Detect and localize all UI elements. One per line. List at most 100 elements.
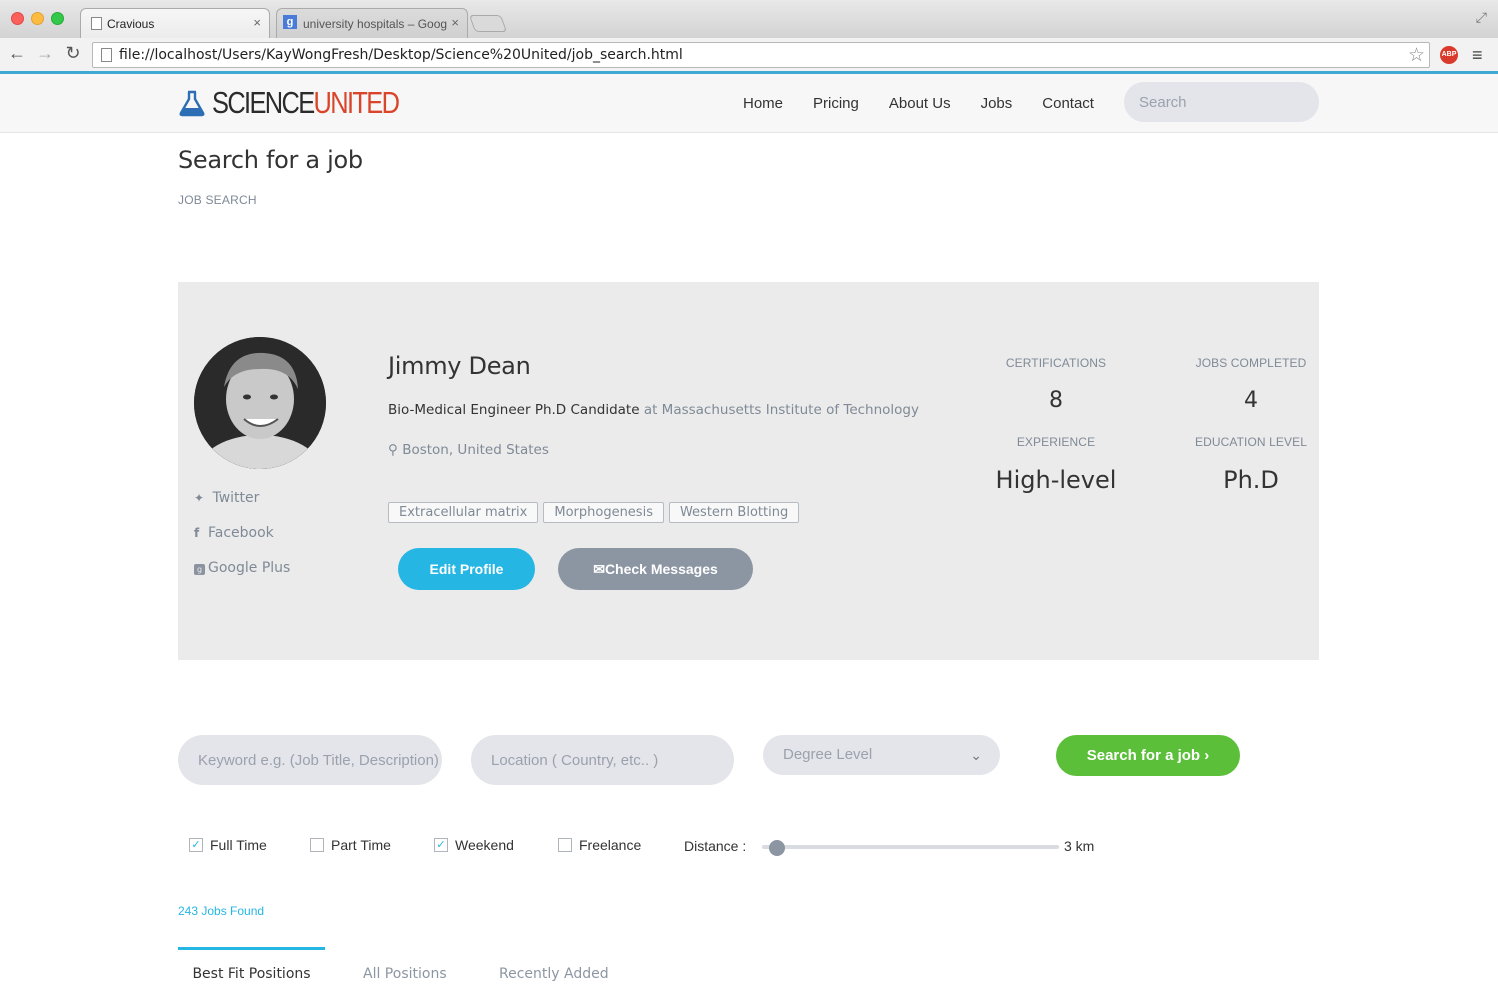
twitter-icon: ✦ [194, 491, 205, 505]
tab-title: university hospitals – Goog [303, 17, 447, 31]
google-plus-link[interactable]: g Google Plus [194, 560, 290, 576]
filter-label: Part Time [331, 837, 391, 853]
nav-contact[interactable]: Contact [1042, 95, 1094, 112]
filter-weekend[interactable]: ✓ Weekend [434, 837, 514, 853]
jobs-completed-value: 4 [1244, 388, 1258, 413]
edit-profile-button[interactable]: Edit Profile [398, 548, 535, 590]
distance-value: 3 km [1064, 838, 1095, 854]
page-icon [91, 17, 102, 30]
checkbox-checked[interactable]: ✓ [189, 838, 203, 852]
nav-jobs[interactable]: Jobs [981, 95, 1013, 112]
nav-pricing[interactable]: Pricing [813, 95, 859, 112]
chevron-right-icon: › [1204, 747, 1210, 764]
institution-text: at Massachusetts Institute of Technology [643, 402, 919, 418]
distance-slider-track[interactable] [762, 845, 1059, 849]
google-icon: g [283, 15, 297, 29]
tab-recently-added[interactable]: Recently Added [499, 947, 609, 1006]
search-job-button[interactable]: Search for a job › [1056, 735, 1240, 776]
fullscreen-icon[interactable]: ⤢ [1476, 9, 1487, 26]
site-header: SCIENCEUNITED Home Pricing About Us Jobs… [0, 74, 1498, 133]
distance-slider-handle[interactable] [769, 840, 785, 856]
logo-science: SCIENCE [212, 85, 315, 120]
search-job-label: Search for a job [1086, 747, 1201, 764]
chevron-down-icon: ⌄ [970, 747, 982, 763]
filter-part-time[interactable]: Part Time [310, 837, 391, 853]
filter-label: Weekend [455, 837, 514, 853]
site-search-input[interactable] [1124, 82, 1319, 122]
tab-all-positions[interactable]: All Positions [363, 947, 447, 1006]
location-text: Boston, United States [402, 442, 549, 458]
tab-close-icon[interactable]: × [253, 15, 261, 30]
checkbox-checked[interactable]: ✓ [434, 838, 448, 852]
check-messages-label: Check Messages [604, 560, 718, 577]
filter-freelance[interactable]: Freelance [558, 837, 641, 853]
logo[interactable]: SCIENCEUNITED [178, 85, 439, 121]
browser-tab-cravious[interactable]: Cravious × [80, 8, 270, 38]
education-level-value: Ph.D [1223, 466, 1279, 494]
facebook-label: Facebook [208, 525, 274, 541]
address-bar[interactable]: file://localhost/Users/KayWongFresh/Desk… [92, 42, 1430, 68]
close-window-button[interactable] [11, 12, 24, 25]
page-icon [101, 48, 112, 62]
skill-tag[interactable]: Morphogenesis [543, 502, 664, 523]
keyword-input[interactable] [178, 735, 442, 785]
profile-location: ⚲ Boston, United States [388, 442, 549, 458]
filter-full-time[interactable]: ✓ Full Time [189, 837, 267, 853]
nav-about-us[interactable]: About Us [889, 95, 951, 112]
minimize-window-button[interactable] [31, 12, 44, 25]
breadcrumb[interactable]: JOB SEARCH [178, 193, 257, 207]
google-plus-label: Google Plus [208, 560, 291, 576]
location-input[interactable] [471, 735, 734, 785]
zoom-window-button[interactable] [51, 12, 64, 25]
certifications-value: 8 [1049, 388, 1063, 413]
role-text: Bio-Medical Engineer Ph.D Candidate [388, 402, 640, 418]
nav-home[interactable]: Home [743, 95, 783, 112]
filter-label: Freelance [579, 837, 642, 853]
twitter-label: Twitter [212, 490, 260, 506]
skill-tag[interactable]: Extracellular matrix [388, 502, 539, 523]
map-marker-icon: ⚲ [388, 442, 398, 458]
avatar [194, 337, 326, 469]
distance-label: Distance : [684, 838, 747, 854]
url-text[interactable]: file://localhost/Users/KayWongFresh/Desk… [119, 47, 683, 63]
page-title: Search for a job [178, 146, 363, 174]
tab-close-icon[interactable]: × [451, 15, 459, 30]
browser-tab-google[interactable]: g university hospitals – Goog × [276, 8, 468, 38]
main-nav: Home Pricing About Us Jobs Contact [728, 74, 1109, 133]
jobs-completed-label: JOBS COMPLETED [1195, 356, 1307, 370]
logo-text: SCIENCEUNITED [212, 85, 400, 121]
new-tab-button[interactable] [468, 15, 508, 32]
flask-icon [179, 90, 205, 117]
google-plus-icon: g [194, 564, 205, 575]
checkbox-unchecked[interactable] [310, 838, 324, 852]
skill-tag[interactable]: Western Blotting [668, 502, 800, 523]
browser-toolbar: ← → ↻ file://localhost/Users/KayWongFres… [0, 38, 1498, 72]
filter-label: Full Time [210, 837, 267, 853]
profile-role: Bio-Medical Engineer Ph.D Candidate at M… [388, 402, 919, 418]
adblock-icon[interactable]: ABP [1440, 46, 1458, 64]
back-arrow-icon[interactable]: ← [6, 43, 28, 64]
browser-menu-icon[interactable]: ≡ [1472, 45, 1486, 66]
certifications-label: CERTIFICATIONS [1005, 356, 1107, 370]
facebook-link[interactable]: f Facebook [194, 525, 274, 541]
reload-icon[interactable]: ↻ [62, 43, 84, 64]
degree-level-select[interactable]: Degree Level ⌄ [763, 735, 1000, 775]
profile-name: Jimmy Dean [388, 352, 531, 380]
experience-label: EXPERIENCE [1016, 435, 1096, 449]
profile-card: ✦ Twitter f Facebook g Google Plus Jimmy D… [178, 282, 1319, 660]
jobs-found-count: 243 Jobs Found [178, 904, 265, 918]
checkbox-unchecked[interactable] [558, 838, 572, 852]
tab-best-fit-positions[interactable]: Best Fit Positions [178, 947, 325, 1006]
bookmark-star-icon[interactable]: ☆ [1408, 44, 1425, 67]
facebook-icon: f [194, 526, 200, 540]
check-messages-button[interactable]: ✉Check Messages [558, 548, 753, 590]
browser-titlebar: Cravious × g university hospitals – Goog… [0, 0, 1498, 38]
skill-tags: Extracellular matrix Morphogenesis Weste… [388, 502, 804, 523]
forward-arrow-icon[interactable]: → [34, 43, 56, 64]
twitter-link[interactable]: ✦ Twitter [194, 490, 259, 506]
degree-level-placeholder: Degree Level [783, 746, 873, 763]
education-level-label: EDUCATION LEVEL [1195, 435, 1307, 449]
logo-united: UNITED [313, 85, 400, 120]
envelope-icon: ✉ [593, 560, 605, 577]
tab-title: Cravious [107, 17, 155, 31]
